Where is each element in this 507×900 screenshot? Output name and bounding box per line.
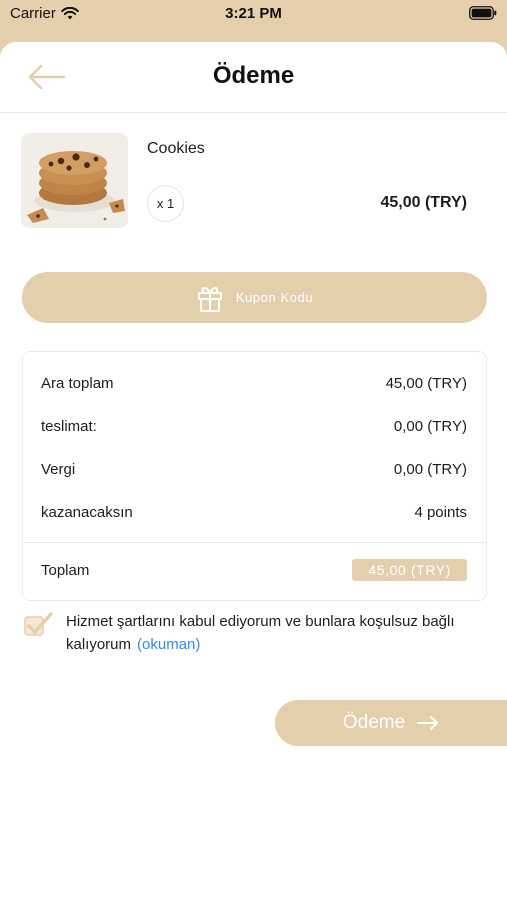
status-time: 3:21 PM bbox=[225, 5, 282, 22]
coupon-label: Kupon Kodu bbox=[235, 290, 314, 305]
terms-text-block: Hizmet şartlarını kabul ediyorum ve bunl… bbox=[66, 610, 486, 656]
summary-value: 45,00 (TRY) bbox=[385, 374, 467, 392]
summary-row-delivery: teslimat: 0,00 (TRY) bbox=[23, 414, 486, 438]
total-label: Toplam bbox=[41, 561, 90, 579]
status-bar: Carrier 3:21 PM bbox=[0, 0, 507, 30]
product-image bbox=[21, 133, 128, 228]
terms-checkbox[interactable] bbox=[24, 611, 54, 637]
page-title: Ödeme bbox=[212, 62, 295, 89]
arrow-right-icon bbox=[417, 716, 439, 730]
summary-label: teslimat: bbox=[41, 417, 97, 435]
summary-row-tax: Vergi 0,00 (TRY) bbox=[23, 457, 486, 481]
summary-row-subtotal: Ara toplam 45,00 (TRY) bbox=[23, 371, 486, 395]
terms-text: Hizmet şartlarını kabul ediyorum ve bunl… bbox=[66, 613, 455, 653]
summary-label: Ara toplam bbox=[41, 374, 114, 392]
gift-icon bbox=[197, 286, 222, 312]
checkout-sheet: Ödeme Cookies x 1 45,00 (TRY) Kupon Kodu… bbox=[0, 42, 507, 900]
summary-value: 0,00 (TRY) bbox=[393, 460, 467, 478]
terms-link[interactable]: (okuman) bbox=[137, 636, 200, 653]
pay-button[interactable]: Ödeme bbox=[275, 700, 507, 746]
summary-row-total: Toplam 45,00 (TRY) bbox=[23, 556, 486, 584]
product-item: Cookies x 1 45,00 (TRY) bbox=[0, 113, 507, 263]
summary-value: 0,00 (TRY) bbox=[393, 417, 467, 435]
product-name: Cookies bbox=[147, 140, 205, 157]
quantity-badge[interactable]: x 1 bbox=[147, 185, 184, 222]
pay-button-label: Ödeme bbox=[342, 712, 406, 733]
order-summary: Ara toplam 45,00 (TRY) teslimat: 0,00 (T… bbox=[22, 351, 487, 601]
coupon-code-button[interactable]: Kupon Kodu bbox=[22, 272, 487, 323]
header: Ödeme bbox=[0, 42, 507, 113]
product-price: 45,00 (TRY) bbox=[380, 194, 467, 211]
total-value-badge: 45,00 (TRY) bbox=[352, 559, 467, 581]
summary-row-points: kazanacaksın 4 points bbox=[23, 500, 486, 524]
summary-value: 4 points bbox=[414, 503, 467, 521]
summary-label: Vergi bbox=[41, 460, 76, 478]
summary-label: kazanacaksın bbox=[41, 503, 133, 521]
checkmark-icon bbox=[24, 612, 53, 636]
terms-agreement: Hizmet şartlarını kabul ediyorum ve bunl… bbox=[22, 607, 487, 657]
battery-icon bbox=[469, 6, 497, 20]
summary-divider bbox=[23, 542, 486, 543]
